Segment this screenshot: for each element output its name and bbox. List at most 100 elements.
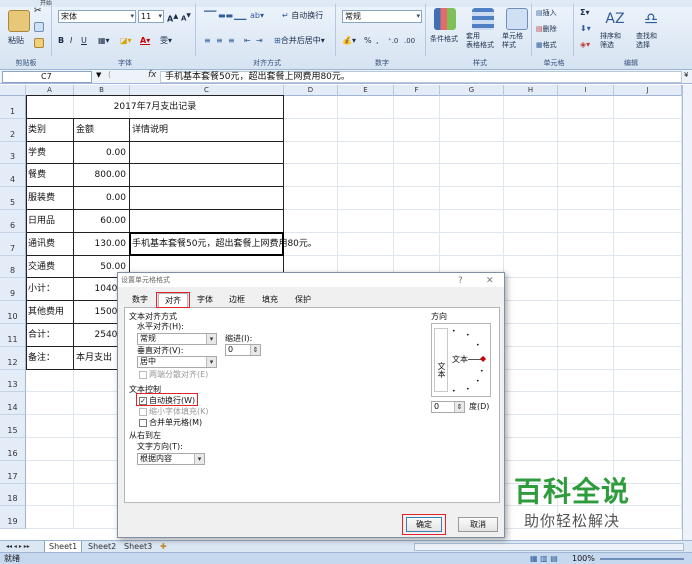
category-cell[interactable]: 服装费 (28, 191, 55, 205)
row-header[interactable]: 12 (0, 346, 26, 370)
row-header[interactable]: 10 (0, 301, 26, 324)
vertical-select[interactable]: 居中 ▾ (137, 356, 217, 368)
formula-input[interactable]: 手机基本套餐50元，超出套餐上网费用80元。 (160, 71, 682, 83)
format-table-label[interactable]: 套用 表格格式 (466, 32, 494, 49)
amount-cell[interactable]: 本月支出 (76, 351, 112, 365)
select-all-corner[interactable] (0, 85, 26, 96)
merge-center-button[interactable]: ⊞合并后居中▾ (274, 34, 325, 48)
tab-fill[interactable]: 填充 (256, 293, 284, 307)
font-color-icon[interactable]: A▾ (140, 34, 150, 48)
name-box[interactable]: C7 (2, 71, 92, 83)
justify-distributed-checkbox[interactable] (139, 371, 147, 379)
text-direction-select[interactable]: 根据内容 ▾ (137, 453, 205, 465)
row-header[interactable]: 17 (0, 460, 26, 484)
row-header[interactable]: 6 (0, 210, 26, 233)
column-header-h[interactable]: H (504, 85, 558, 96)
horizontal-select[interactable]: 常规 ▾ (137, 333, 217, 345)
amount-cell[interactable]: 60.00 (74, 214, 126, 228)
font-name-select[interactable]: 宋体 ▾ (58, 10, 136, 23)
wrap-text-button[interactable]: ↵ 自动换行 (282, 9, 323, 23)
sort-filter-label[interactable]: 排序和 筛选 (600, 32, 621, 49)
vertical-text-box[interactable]: 文本 (434, 328, 448, 392)
header-cell[interactable]: 金额 (76, 123, 94, 137)
zoom-slider[interactable] (600, 558, 684, 560)
amount-cell[interactable]: 0.00 (74, 191, 126, 205)
align-top-icon[interactable]: ▔▔ (204, 9, 216, 23)
increase-indent-icon[interactable]: ⇥ (256, 34, 263, 48)
zoom-level[interactable]: 100% (572, 553, 595, 564)
category-cell[interactable]: 其他费用 (28, 305, 64, 319)
row-header[interactable]: 19 (0, 506, 26, 530)
increase-decimal-icon[interactable]: ⁺.0 (388, 34, 398, 48)
tab-border[interactable]: 边框 (222, 293, 252, 307)
row-header[interactable]: 4 (0, 164, 26, 188)
align-bottom-icon[interactable]: ▁▁ (234, 9, 246, 23)
orientation-handle[interactable]: ◆ (480, 354, 486, 363)
column-header-e[interactable]: E (338, 85, 394, 96)
view-buttons[interactable]: ▦ ▥ ▤ (530, 553, 558, 564)
format-painter-icon[interactable] (34, 38, 44, 48)
category-cell[interactable]: 学费 (28, 146, 46, 160)
row-header[interactable]: 2 (0, 118, 26, 142)
font-size-select[interactable]: 11 ▾ (138, 10, 164, 23)
border-icon[interactable]: ▦▾ (98, 34, 110, 48)
column-header-d[interactable]: D (284, 85, 338, 96)
column-header-i[interactable]: I (558, 85, 614, 96)
column-header-g[interactable]: G (440, 85, 504, 96)
orientation-box[interactable]: 文本 • • • • • • • 文本 ◆ (431, 323, 491, 397)
orientation-dial[interactable]: • • • • • • • 文本 ◆ (450, 328, 488, 395)
italic-button[interactable]: I (70, 34, 72, 48)
indent-input[interactable]: 0 ⇕ (225, 344, 261, 356)
fill-color-icon[interactable]: ◪▾ (120, 34, 132, 48)
sheet-title-cell[interactable]: 2017年7月支出记录 (26, 100, 284, 114)
row-header[interactable]: 16 (0, 438, 26, 461)
clear-icon[interactable]: ◈▾ (580, 38, 590, 52)
bold-button[interactable]: B (58, 34, 64, 48)
row-header[interactable]: 13 (0, 369, 26, 393)
align-right-icon[interactable]: ≡ (228, 34, 235, 48)
row-header[interactable]: 9 (0, 278, 26, 302)
amount-cell[interactable]: 130.00 (74, 237, 127, 251)
tab-number[interactable]: 数字 (126, 293, 154, 307)
grow-font-icon[interactable]: A▲ (167, 9, 178, 24)
category-cell[interactable]: 小计： (28, 282, 55, 296)
degrees-input[interactable]: 0 ⇕ (431, 401, 465, 413)
autosum-icon[interactable]: Σ▾ (580, 6, 589, 20)
row-header[interactable]: 14 (0, 392, 26, 416)
row-header[interactable]: 11 (0, 324, 26, 347)
spinner-icon[interactable]: ⇕ (454, 402, 464, 412)
cancel-entry-icon[interactable]: ( (108, 70, 111, 79)
fx-icon[interactable]: fx (148, 70, 157, 80)
header-cell[interactable]: 详情说明 (132, 123, 168, 137)
close-icon[interactable]: ✕ (486, 274, 494, 288)
horizontal-scrollbar[interactable] (414, 543, 684, 551)
tab-font[interactable]: 字体 (192, 293, 218, 307)
insert-button[interactable]: ▤插入 (536, 6, 557, 20)
orientation-icon[interactable]: ab▾ (250, 9, 264, 23)
conditional-format-icon[interactable] (434, 8, 456, 30)
find-select-label[interactable]: 查找和 选择 (636, 32, 657, 49)
row-header[interactable]: 8 (0, 255, 26, 279)
find-select-icon[interactable]: ♎ (640, 8, 662, 30)
row-header[interactable]: 18 (0, 483, 26, 507)
percent-button[interactable]: % (364, 34, 372, 48)
amount-cell[interactable]: 800.00 (74, 168, 127, 182)
paste-label[interactable]: 粘贴 (8, 34, 24, 48)
cell-styles-icon[interactable] (506, 8, 528, 30)
underline-button[interactable]: U (81, 34, 87, 48)
shrink-font-icon[interactable]: A▼ (181, 9, 191, 23)
category-cell[interactable]: 日用品 (28, 214, 55, 228)
accounting-icon[interactable]: 💰▾ (342, 34, 356, 48)
cell-styles-label[interactable]: 单元格 样式 (502, 32, 523, 49)
amount-cell[interactable]: 0.00 (74, 146, 126, 160)
phonetic-icon[interactable]: 雯▾ (160, 34, 172, 48)
align-left-icon[interactable]: ≡ (204, 34, 211, 48)
column-header-j[interactable]: J (614, 85, 682, 96)
tab-protection[interactable]: 保护 (288, 293, 318, 307)
shrink-to-fit-checkbox[interactable] (139, 408, 147, 416)
format-table-icon[interactable] (472, 8, 494, 30)
category-cell[interactable]: 交通费 (28, 260, 55, 274)
category-cell[interactable]: 备注： (28, 351, 55, 365)
category-cell[interactable]: 合计： (28, 328, 55, 342)
comma-button[interactable]: , (376, 34, 379, 48)
